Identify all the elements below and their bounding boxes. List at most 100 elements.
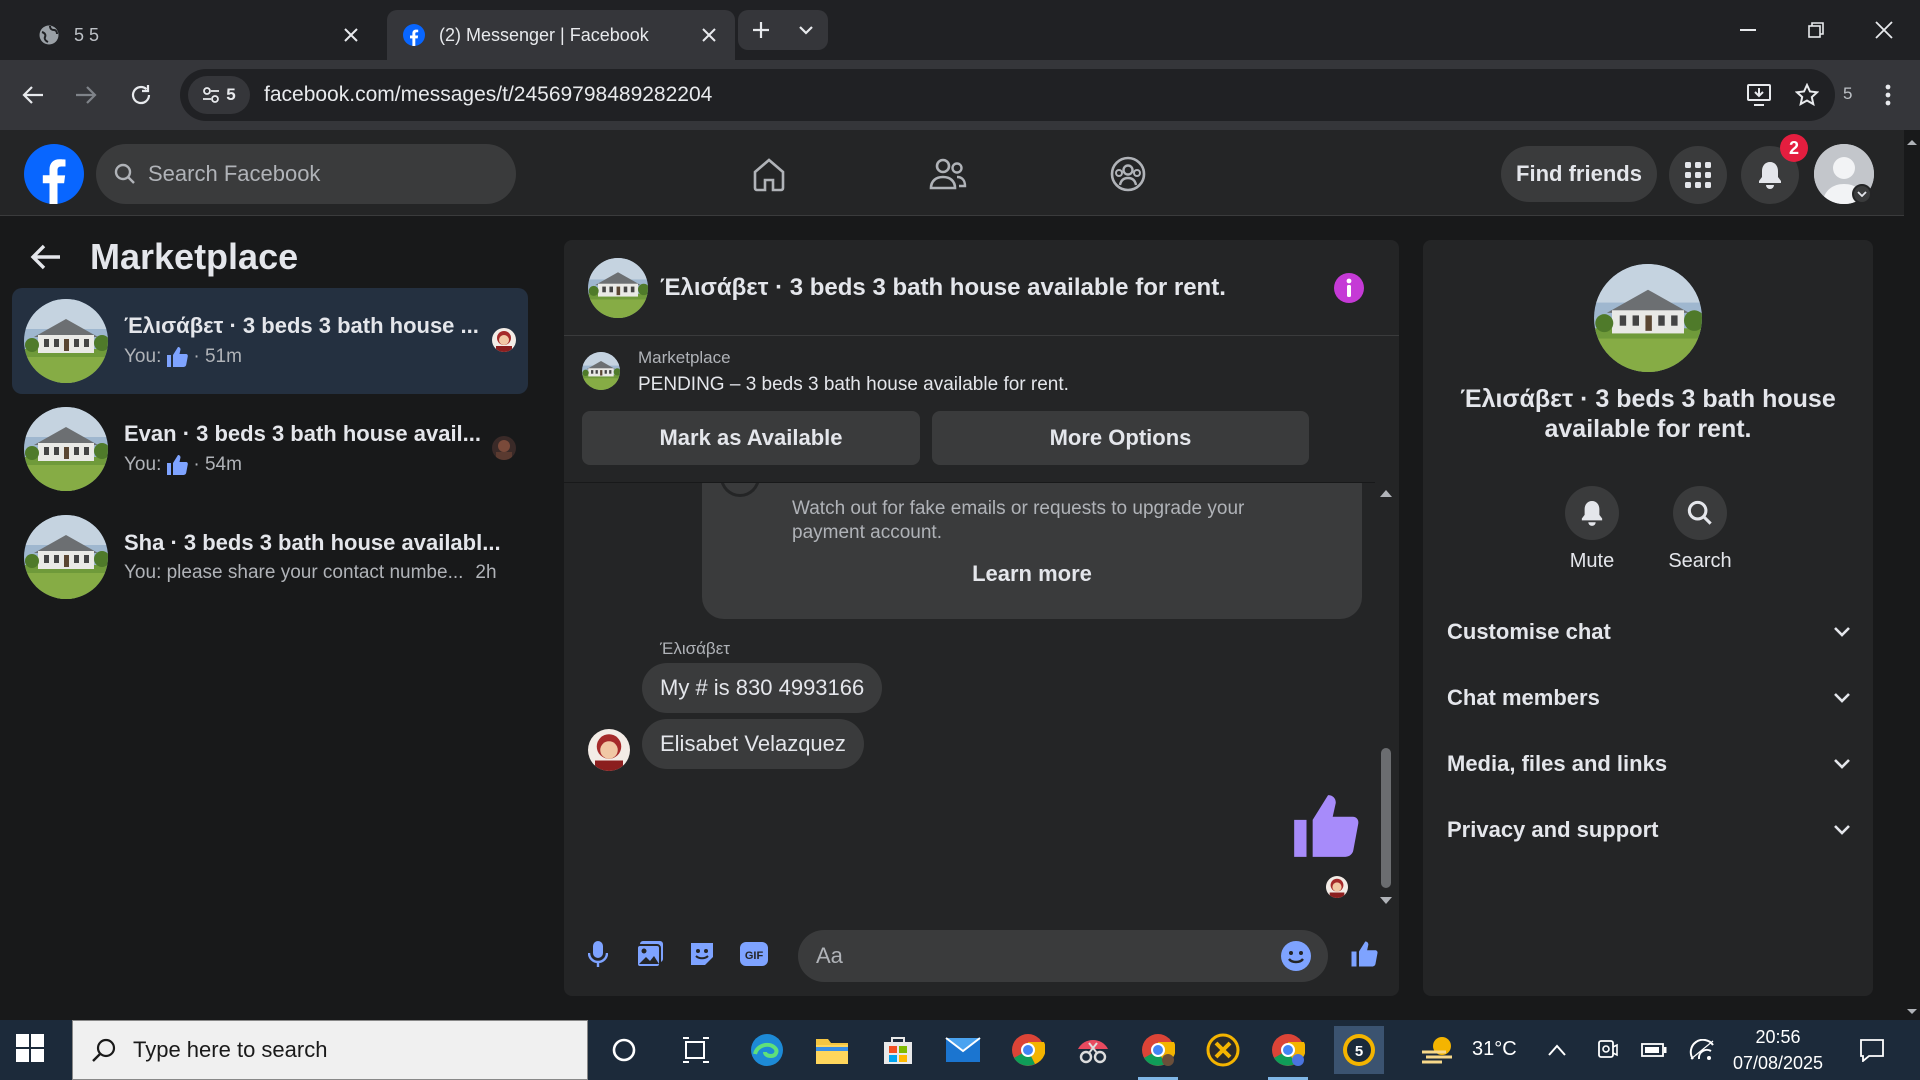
message-input[interactable]: Aa	[798, 930, 1328, 982]
battery-icon[interactable]	[1634, 1032, 1674, 1068]
weather-icon[interactable]	[1420, 1032, 1460, 1068]
back-arrow-icon[interactable]	[30, 243, 62, 271]
thumbs-up-icon	[165, 345, 189, 369]
facebook-search[interactable]: Search Facebook	[96, 144, 516, 204]
cortana-icon[interactable]	[604, 1032, 644, 1068]
window-close-button[interactable]	[1850, 0, 1918, 60]
conversation-list-panel: Marketplace Έλισάβετ · 3 beds 3 bath hou…	[0, 216, 540, 1020]
emoji-icon[interactable]	[1280, 940, 1312, 972]
notification-badge: 2	[1780, 134, 1808, 162]
mail-icon[interactable]	[943, 1032, 983, 1068]
tab-search-button[interactable]	[783, 10, 828, 50]
avatar	[492, 328, 516, 352]
privacy-support-section[interactable]: Privacy and support	[1447, 810, 1851, 850]
menu-grid-button[interactable]	[1669, 146, 1727, 204]
xodo-icon[interactable]	[1203, 1032, 1243, 1068]
close-icon[interactable]	[341, 25, 361, 45]
chat-members-section[interactable]: Chat members	[1447, 678, 1851, 718]
browser-tab-active[interactable]: (2) Messenger | Facebook	[387, 10, 735, 60]
media-files-links-section[interactable]: Media, files and links	[1447, 744, 1851, 784]
mark-as-available-button[interactable]: Mark as Available	[582, 411, 920, 465]
back-button[interactable]	[15, 77, 51, 113]
gif-icon[interactable]: GIF	[738, 938, 770, 970]
conversation-item[interactable]: Sha · 3 beds 3 bath house availabl... Yo…	[12, 504, 528, 610]
windows-taskbar: Type here to search 5 31°C 20:56 07/08/2…	[0, 1020, 1920, 1080]
chat-title[interactable]: Έλισάβετ · 3 beds 3 bath house available…	[660, 274, 1226, 302]
info-icon[interactable]	[1333, 272, 1365, 304]
snipping-tool-icon[interactable]	[1073, 1032, 1113, 1068]
more-options-button[interactable]: More Options	[932, 411, 1309, 465]
customise-chat-section[interactable]: Customise chat	[1447, 612, 1851, 652]
close-icon[interactable]	[699, 25, 719, 45]
page-scrollbar[interactable]	[1904, 130, 1920, 1020]
scroll-down-icon[interactable]	[1379, 894, 1393, 908]
safety-text: Watch out for fake emails or requests to…	[792, 498, 1245, 543]
chrome-icon[interactable]	[1008, 1032, 1048, 1068]
minimize-button[interactable]	[1714, 0, 1782, 60]
conversation-time: · 51m	[193, 346, 242, 367]
thumbs-up-send-icon[interactable]	[1348, 938, 1380, 970]
message-bubble[interactable]: My # is 830 4993166	[642, 663, 883, 713]
file-explorer-icon[interactable]	[812, 1032, 852, 1068]
browser-menu-icon[interactable]	[1876, 77, 1900, 113]
photo-icon[interactable]	[634, 938, 666, 970]
chrome-alt-profile-icon[interactable]	[1268, 1032, 1308, 1080]
browser-tab-inactive[interactable]: 5 5	[22, 10, 377, 60]
conversation-item[interactable]: Evan · 3 beds 3 bath house avail... You:…	[12, 396, 528, 502]
scroll-up-icon[interactable]	[1379, 486, 1393, 500]
bookmark-star-icon[interactable]	[1787, 75, 1827, 115]
browser-tab-bar: 5 5 (2) Messenger | Facebook	[0, 0, 1920, 60]
message-placeholder: Aa	[816, 943, 843, 968]
mute-button[interactable]: Mute	[1552, 486, 1632, 573]
chevron-down-icon[interactable]	[1852, 184, 1872, 204]
avatar[interactable]	[588, 729, 630, 771]
weather-temp[interactable]: 31°C	[1472, 1038, 1517, 1061]
chevron-down-icon	[1834, 825, 1850, 835]
active-app-icon[interactable]: 5	[1334, 1026, 1384, 1074]
friends-icon[interactable]	[926, 152, 970, 196]
search-in-chat-button[interactable]: Search	[1660, 486, 1740, 573]
task-view-icon[interactable]	[676, 1032, 716, 1068]
taskbar-search[interactable]: Type here to search	[72, 1020, 588, 1080]
install-app-icon[interactable]	[1739, 75, 1779, 115]
meet-icon[interactable]	[1587, 1032, 1627, 1068]
site-info-count: 5	[226, 85, 236, 104]
microphone-icon[interactable]	[582, 938, 614, 970]
conversation-item[interactable]: Έλισάβετ · 3 beds 3 bath house ... You: …	[12, 288, 528, 394]
profile-count[interactable]: 5	[1843, 84, 1852, 104]
scrollbar-thumb[interactable]	[1381, 748, 1391, 888]
chrome-profile-icon[interactable]	[1138, 1032, 1178, 1080]
wifi-icon[interactable]	[1682, 1032, 1722, 1068]
shield-icon	[720, 483, 760, 497]
chevron-up-icon[interactable]	[1537, 1032, 1577, 1068]
groups-icon[interactable]	[1106, 152, 1150, 196]
listing-thumbnail	[582, 352, 620, 390]
message-thread[interactable]: Watch out for fake emails or requests to…	[564, 482, 1399, 912]
facebook-logo[interactable]	[24, 144, 84, 204]
listing-status: PENDING – 3 beds 3 bath house available …	[638, 374, 1069, 395]
home-icon[interactable]	[747, 152, 791, 196]
notification-center-icon[interactable]	[1852, 1032, 1892, 1068]
address-bar[interactable]: 5 facebook.com/messages/t/24569798489282…	[180, 69, 1835, 121]
search-icon	[1687, 500, 1712, 525]
message-bubble[interactable]: Elisabet Velazquez	[642, 719, 864, 769]
url-text[interactable]: facebook.com/messages/t/2456979848928220…	[264, 83, 1739, 107]
reload-button[interactable]	[123, 77, 159, 113]
clock-time: 20:56	[1755, 1027, 1801, 1047]
listing-thumbnail[interactable]	[588, 258, 648, 318]
edge-icon[interactable]	[747, 1032, 787, 1068]
marketplace-header: Marketplace	[30, 236, 298, 278]
sticker-icon[interactable]	[686, 938, 718, 970]
system-clock[interactable]: 20:56 07/08/2025	[1728, 1024, 1828, 1076]
find-friends-button[interactable]: Find friends	[1501, 146, 1657, 202]
search-icon	[114, 163, 136, 185]
learn-more-link[interactable]: Learn more	[702, 561, 1362, 587]
svg-text:GIF: GIF	[745, 950, 764, 962]
chat-scrollbar[interactable]	[1375, 482, 1399, 912]
site-info-button[interactable]: 5	[188, 76, 250, 114]
microsoft-store-icon[interactable]	[878, 1032, 918, 1068]
new-tab-button[interactable]	[738, 10, 783, 50]
windows-start-icon[interactable]	[16, 1034, 48, 1066]
restore-button[interactable]	[1782, 0, 1850, 60]
forward-button[interactable]	[68, 77, 104, 113]
